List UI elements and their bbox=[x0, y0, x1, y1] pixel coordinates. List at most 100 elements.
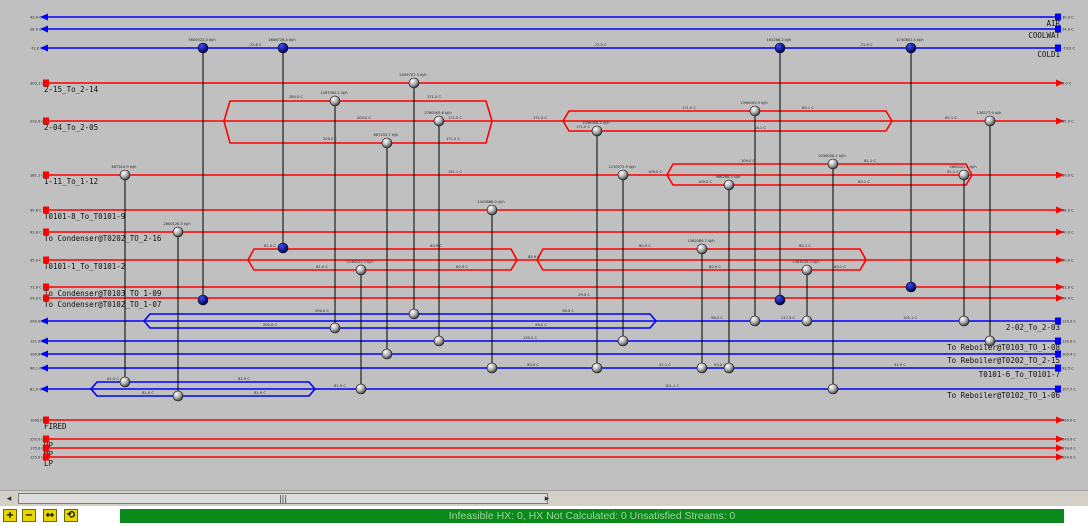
exchanger-node-icon[interactable] bbox=[617, 169, 629, 181]
cooler-node-icon[interactable] bbox=[277, 242, 289, 254]
temperature-label: 98.0 C bbox=[711, 316, 723, 320]
stream-s4[interactable]: 292.0 C 65.0 C 2-04_To_2-05 bbox=[30, 117, 1074, 133]
stream-split-branch[interactable] bbox=[562, 120, 893, 132]
cooler-unit[interactable]: 161266.2 kJ/h bbox=[767, 38, 792, 306]
stream-s3[interactable]: 303.1 C 5.0 C 2-15_To_2-14 bbox=[30, 79, 1072, 95]
exchanger-duty-label: 1210972.9 kJ/h bbox=[608, 165, 635, 169]
exchanger-node-icon[interactable] bbox=[827, 158, 839, 170]
stream-split-branch[interactable] bbox=[562, 110, 893, 122]
stream-s8[interactable]: 95.0 C 30.0 C T0101-1_To_T0101-2 bbox=[30, 256, 1074, 272]
stream-split-branch[interactable] bbox=[143, 313, 657, 322]
cooler-node-icon[interactable] bbox=[905, 281, 917, 293]
exchanger-node-icon[interactable] bbox=[172, 226, 184, 238]
stream-split-branch[interactable] bbox=[90, 388, 316, 397]
exchanger-node-icon[interactable] bbox=[433, 115, 445, 127]
exchanger-node-icon[interactable] bbox=[749, 315, 761, 327]
scroll-thumb[interactable]: ||| bbox=[18, 493, 548, 504]
heat-exchanger[interactable]: 2056058.1 kJ/h bbox=[818, 154, 846, 395]
heat-exchanger[interactable]: 2760063.6 kJ/h bbox=[424, 111, 452, 347]
exchanger-node-icon[interactable] bbox=[801, 264, 813, 276]
exchanger-node-icon[interactable] bbox=[696, 362, 708, 374]
stream-s11[interactable]: 290.0 C 120.0 C2-02_To_2-03 bbox=[30, 317, 1076, 333]
stream-s15[interactable]: 81.0 C 157.7 CTo Reboiler@T0102_TO_1-06 bbox=[30, 385, 1076, 401]
heat-exchanger-network-grid[interactable]: 43.0 C 30.0 CAIR28.0 C 24.0 CCOOLWAT-72.0 … bbox=[0, 0, 1088, 490]
exchanger-node-icon[interactable] bbox=[827, 383, 839, 395]
cooler-node-icon[interactable] bbox=[774, 42, 786, 54]
heat-exchanger[interactable]: 887433.7 kJ/h bbox=[374, 133, 399, 360]
cooler-unit[interactable]: 2606728.4 kJ/h bbox=[268, 38, 296, 254]
scroll-left-icon[interactable]: ◂ bbox=[2, 493, 16, 505]
exchanger-node-icon[interactable] bbox=[408, 308, 420, 320]
scroll-right-icon[interactable]: ▸ bbox=[540, 493, 554, 505]
stream-s9[interactable]: 71.0 C 31.0 C To Condenser@T0103_TO_1-09 bbox=[30, 283, 1074, 299]
heat-exchanger[interactable]: 2800126.3 kJ/h bbox=[163, 222, 191, 402]
stream-name: T0101-6_To_T0101-7 bbox=[979, 370, 1060, 379]
cooler-unit[interactable]: 5600022.0 kJ/h bbox=[188, 38, 216, 306]
stream-split-branch[interactable] bbox=[143, 320, 657, 329]
fit-width-button[interactable]: ↔ bbox=[43, 509, 57, 522]
exchanger-node-icon[interactable] bbox=[801, 315, 813, 327]
cooler-node-icon[interactable] bbox=[905, 42, 917, 54]
exchanger-node-icon[interactable] bbox=[381, 137, 393, 149]
stream-split-branch[interactable] bbox=[666, 163, 973, 176]
cooler-node-icon[interactable] bbox=[277, 42, 289, 54]
stream-s6[interactable]: 90.6 C 68.0 C T0101-8_To_T0101-9 bbox=[30, 206, 1074, 222]
stream-s0[interactable]: 43.0 C 30.0 CAIR bbox=[30, 13, 1074, 29]
exchanger-node-icon[interactable] bbox=[486, 362, 498, 374]
exchanger-node-icon[interactable] bbox=[591, 125, 603, 137]
exchanger-node-icon[interactable] bbox=[433, 335, 445, 347]
heat-exchanger[interactable]: 2036908.2 kJ/h bbox=[582, 121, 610, 374]
exchanger-node-icon[interactable] bbox=[749, 105, 761, 117]
zoom-out-button[interactable]: − bbox=[22, 509, 36, 522]
heat-exchanger[interactable]: 1287560.1 kJ/h bbox=[320, 91, 348, 334]
exchanger-node-icon[interactable] bbox=[984, 335, 996, 347]
cooler-node-icon[interactable] bbox=[774, 294, 786, 306]
exchanger-node-icon[interactable] bbox=[119, 376, 131, 388]
stream-s7[interactable]: 93.0 C 40.0 C To Condenser@T0202_TO_2-16 bbox=[30, 228, 1074, 244]
exchanger-node-icon[interactable] bbox=[958, 169, 970, 181]
heat-exchanger[interactable]: 966288.3 kJ/h bbox=[716, 175, 741, 374]
heat-exchanger[interactable]: 2009707.3 kJ/h bbox=[399, 73, 427, 320]
cooler-unit[interactable]: 4740801.4 kJ/h bbox=[896, 38, 924, 293]
stream-s19[interactable]: 125.0 C 124.0 C LP bbox=[30, 453, 1076, 469]
exchanger-node-icon[interactable] bbox=[329, 322, 341, 334]
zoom-in-button[interactable]: + bbox=[3, 509, 17, 522]
stream-s10[interactable]: 29.0 C 28.4 C To Condenser@T0102_TO_1-07 bbox=[30, 294, 1074, 310]
exchanger-node-icon[interactable] bbox=[486, 204, 498, 216]
heat-exchanger[interactable]: 1396503.9 kJ/h bbox=[740, 101, 768, 327]
exchanger-node-icon[interactable] bbox=[696, 243, 708, 255]
exchanger-node-icon[interactable] bbox=[958, 315, 970, 327]
stream-s14[interactable]: 90.1 C 93.5 CT0101-6_To_T0101-7 bbox=[30, 364, 1074, 380]
cooler-node-icon[interactable] bbox=[197, 294, 209, 306]
heat-exchanger[interactable]: 1210972.9 kJ/h bbox=[608, 165, 636, 347]
cooler-node-icon[interactable] bbox=[197, 42, 209, 54]
stream-split-branch[interactable] bbox=[247, 248, 518, 261]
exchanger-node-icon[interactable] bbox=[723, 179, 735, 191]
exchanger-node-icon[interactable] bbox=[329, 95, 341, 107]
stream-split-branch[interactable] bbox=[666, 174, 973, 186]
heat-exchanger[interactable]: 126277.9 kJ/h bbox=[977, 111, 1002, 347]
heat-exchanger[interactable]: 1362089.7 kJ/h bbox=[687, 239, 715, 374]
exchanger-node-icon[interactable] bbox=[381, 348, 393, 360]
stream-right-temp: 31.0 C bbox=[1062, 285, 1074, 289]
stream-split-branch[interactable] bbox=[247, 259, 518, 271]
stream-s16[interactable]: 1000.0 C 400.0 CFIRED bbox=[30, 416, 1076, 432]
exchanger-node-icon[interactable] bbox=[408, 77, 420, 89]
heat-exchanger[interactable]: 1236521.3 kJ/h bbox=[346, 260, 374, 395]
stream-s5[interactable]: 181.1 C 30.0 C 1-11_To_1-12 bbox=[30, 171, 1074, 187]
stream-s13[interactable]: 100.6 C 100.4 CTo Reboiler@T0202_TO_2-15 bbox=[30, 350, 1076, 366]
stream-s12[interactable]: 121.0 C 130.0 CTo Reboiler@T0103_TO_1-08 bbox=[30, 337, 1076, 353]
exchanger-node-icon[interactable] bbox=[172, 390, 184, 402]
horizontal-scrollbar[interactable]: ◂ ||| ▸ bbox=[0, 490, 1088, 507]
heat-exchanger[interactable]: 2663001.1 kJ/h bbox=[949, 165, 977, 327]
exchanger-node-icon[interactable] bbox=[984, 115, 996, 127]
fit-all-button[interactable]: ⟲ bbox=[64, 509, 78, 522]
stream-right-temp: 5.0 C bbox=[1062, 81, 1072, 85]
exchanger-node-icon[interactable] bbox=[355, 264, 367, 276]
temperature-label: 81.0 C bbox=[264, 244, 276, 248]
stream-s2[interactable]: -72.0 C -73.0 CCOLD1 bbox=[30, 44, 1075, 60]
exchanger-node-icon[interactable] bbox=[355, 383, 367, 395]
exchanger-node-icon[interactable] bbox=[617, 335, 629, 347]
exchanger-node-icon[interactable] bbox=[119, 169, 131, 181]
exchanger-node-icon[interactable] bbox=[591, 362, 603, 374]
